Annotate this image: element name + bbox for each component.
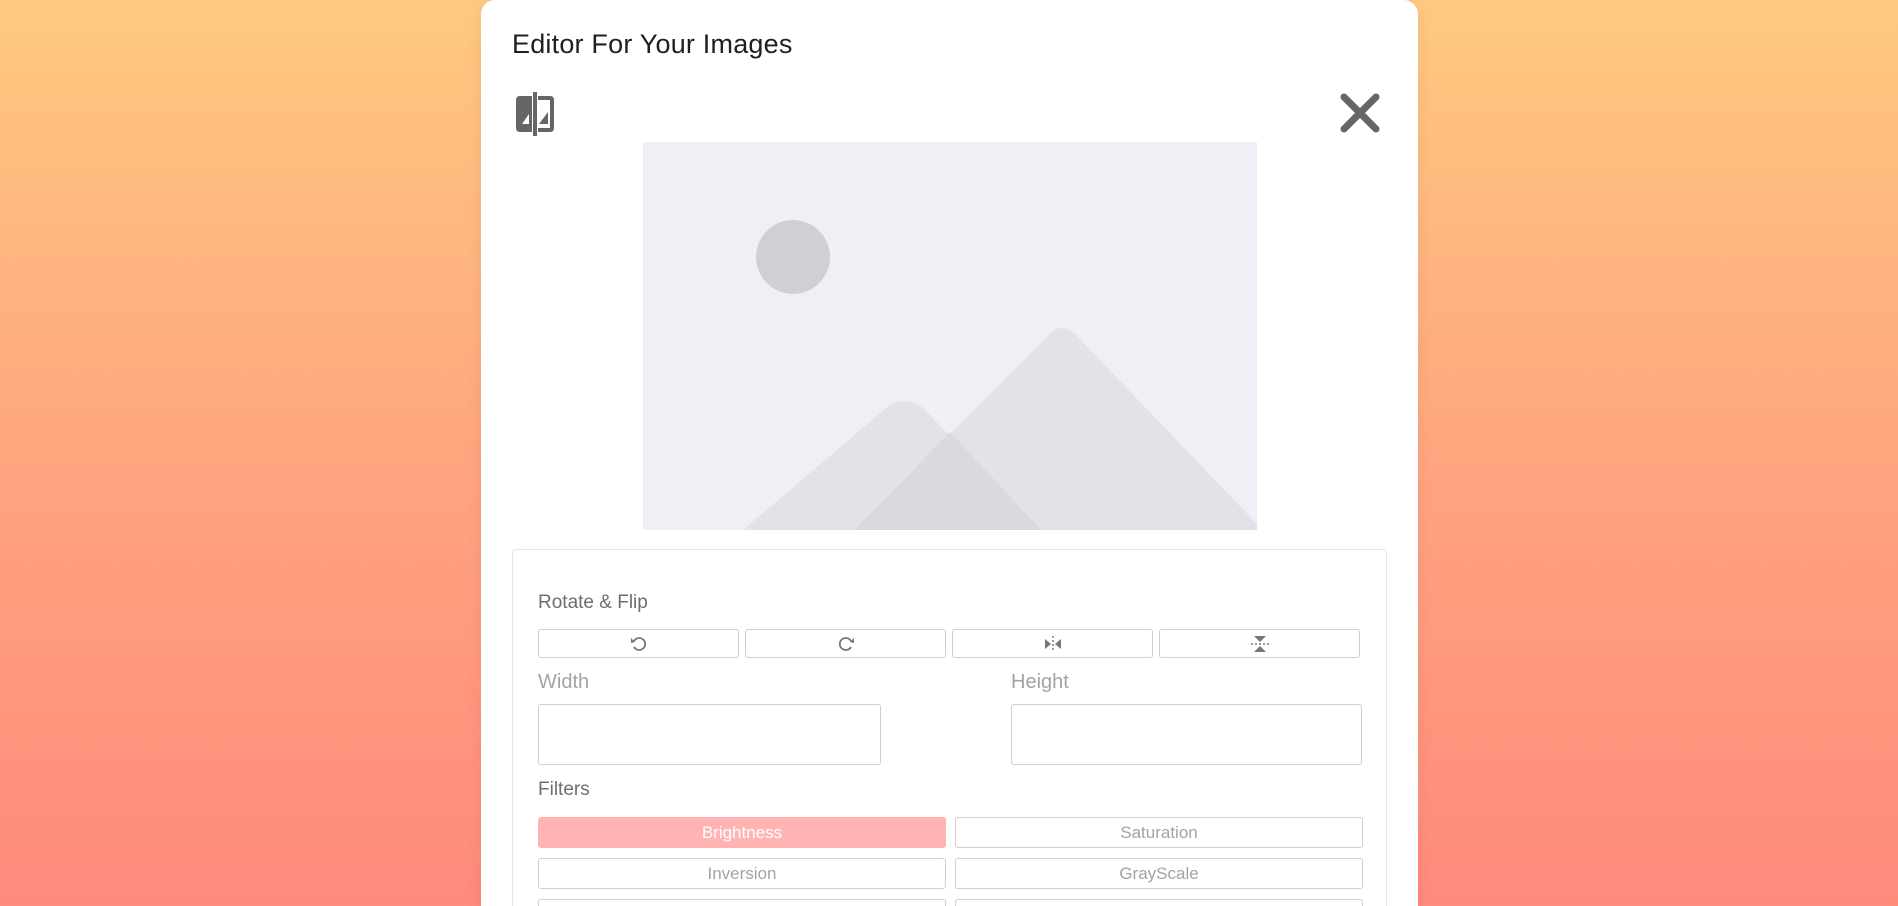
- rotate-right-icon: [837, 635, 855, 653]
- editor-title: Editor For Your Images: [512, 29, 793, 59]
- flip-vertical-icon: [1250, 634, 1270, 654]
- height-input[interactable]: [1011, 704, 1362, 765]
- filter-inversion-button[interactable]: Inversion: [538, 858, 946, 889]
- height-label: Height: [1011, 671, 1069, 693]
- filters-label: Filters: [538, 779, 590, 800]
- rotate-left-icon: [630, 635, 648, 653]
- image-preview-placeholder: [643, 142, 1257, 530]
- flip-horizontal-icon: [1043, 635, 1063, 653]
- filter-button-next-row[interactable]: [538, 899, 946, 906]
- close-icon[interactable]: [1339, 92, 1381, 134]
- controls-panel: Rotate & Flip Width Height Filters Brigh…: [512, 549, 1387, 906]
- editor-card: Editor For Your Images Rotate & Flip Wid…: [481, 0, 1418, 906]
- filter-saturation-button[interactable]: Saturation: [955, 817, 1363, 848]
- compare-icon[interactable]: [514, 90, 556, 138]
- filter-button-next-row[interactable]: [955, 899, 1363, 906]
- flip-vertical-button[interactable]: [1159, 629, 1360, 658]
- image-placeholder-icon: [643, 142, 1257, 530]
- width-input[interactable]: [538, 704, 881, 765]
- rotate-flip-label: Rotate & Flip: [538, 592, 648, 613]
- width-label: Width: [538, 671, 590, 693]
- filter-brightness-button[interactable]: Brightness: [538, 817, 946, 848]
- flip-horizontal-button[interactable]: [952, 629, 1153, 658]
- filter-grayscale-button[interactable]: GrayScale: [955, 858, 1363, 889]
- rotate-left-button[interactable]: [538, 629, 739, 658]
- rotate-right-button[interactable]: [745, 629, 946, 658]
